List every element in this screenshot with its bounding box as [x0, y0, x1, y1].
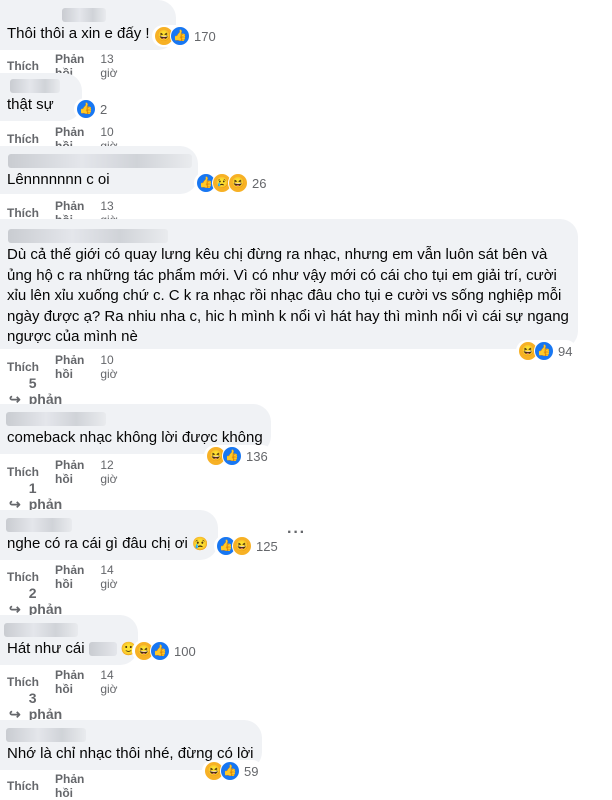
comment-bubble: Hát như cái 🙂 — [0, 615, 138, 665]
reaction-count: 100 — [174, 643, 196, 659]
reaction-count: 26 — [252, 175, 267, 191]
comment-text: Dù cả thế giới có quay lưng kêu chị đừng… — [7, 246, 569, 345]
reaction-count: 125 — [256, 538, 278, 554]
reaction-count: 2 — [100, 101, 108, 117]
timestamp[interactable]: 10 giờ — [100, 353, 117, 381]
reaction-summary[interactable]: 👍 2 — [74, 98, 113, 120]
timestamp[interactable]: 12 giờ — [100, 458, 117, 486]
timestamp[interactable]: 13 giờ — [100, 52, 117, 80]
comment-text: Thôi thôi a xin e đấy ! — [7, 25, 150, 42]
like-button[interactable]: Thích — [7, 779, 39, 793]
comment-bubble: Thôi thôi a xin e đấy ! — [0, 0, 176, 50]
like-icon: 👍 — [534, 341, 554, 361]
like-button[interactable]: Thích — [7, 360, 39, 374]
timestamp[interactable]: 14 giờ — [100, 668, 117, 696]
more-options-icon[interactable]: ··· — [287, 524, 306, 542]
reaction-summary[interactable]: 👍 😢 😆 26 — [194, 172, 272, 194]
timestamp[interactable]: 14 giờ — [100, 563, 117, 591]
haha-icon: 😆 — [228, 173, 248, 193]
author-name-redacted — [10, 79, 60, 93]
author-name-redacted — [8, 229, 168, 243]
like-button[interactable]: Thích — [7, 132, 39, 146]
like-icon: 👍 — [220, 761, 240, 781]
reaction-summary[interactable]: 😆 👍 100 — [132, 640, 201, 662]
reaction-summary[interactable]: 😆 👍 59 — [202, 760, 264, 782]
author-name-redacted — [6, 412, 106, 426]
author-name-redacted — [6, 728, 86, 742]
sad-emoji-icon: 😢 — [191, 536, 209, 551]
reaction-summary[interactable]: 😆 👍 170 — [152, 25, 221, 47]
like-button[interactable]: Thích — [7, 675, 39, 689]
like-icon: 👍 — [150, 641, 170, 661]
comment-bubble: Dù cả thế giới có quay lưng kêu chị đừng… — [0, 219, 578, 349]
comment-text: nghe có ra cái gì đâu chị ơi 😢 — [7, 535, 209, 552]
like-button[interactable]: Thích — [7, 465, 39, 479]
like-button[interactable]: Thích — [7, 570, 39, 584]
author-name-redacted — [62, 8, 106, 22]
reaction-count: 136 — [246, 448, 268, 464]
like-icon: 👍 — [76, 99, 96, 119]
reaction-summary[interactable]: 😆 👍 136 — [204, 445, 273, 467]
author-name-redacted — [8, 154, 192, 168]
comment-text: thật sự — [7, 96, 54, 113]
like-button[interactable]: Thích — [7, 206, 39, 220]
reaction-count: 94 — [558, 343, 573, 359]
redacted-word — [88, 642, 117, 657]
comment-bubble: thật sự — [0, 73, 82, 121]
author-name-redacted — [4, 623, 78, 637]
like-button[interactable]: Thích — [7, 59, 39, 73]
comment-bubble: nghe có ra cái gì đâu chị ơi 😢 — [0, 510, 218, 560]
haha-icon: 😆 — [232, 536, 252, 556]
comment-text: Hát như cái 🙂 — [7, 640, 138, 657]
reaction-count: 59 — [244, 763, 259, 779]
author-name-redacted — [6, 518, 72, 532]
reaction-summary[interactable]: 😆 👍 94 — [516, 340, 578, 362]
reaction-summary[interactable]: 👍 😆 125 — [214, 535, 283, 557]
comment-text: Lênnnnnnn c oi — [7, 171, 110, 188]
like-icon: 👍 — [222, 446, 242, 466]
reply-button[interactable]: Phản hồi — [55, 772, 84, 800]
like-icon: 👍 — [170, 26, 190, 46]
comment-bubble: Lênnnnnnn c oi — [0, 146, 198, 194]
reaction-count: 170 — [194, 28, 216, 44]
